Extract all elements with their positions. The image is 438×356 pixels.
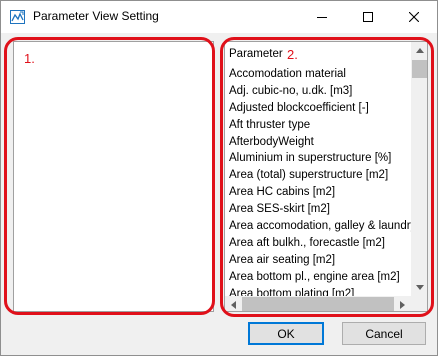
parameter-list-panel[interactable]: Parameter Accomodation material Adj. cubi… xyxy=(224,41,428,312)
list-item[interactable]: Aft thruster type xyxy=(225,117,411,134)
app-icon xyxy=(10,10,25,24)
close-icon xyxy=(409,12,419,22)
list-item[interactable]: Adjusted blockcoefficient [-] xyxy=(225,100,411,117)
list-item[interactable]: Area (total) superstructure [m2] xyxy=(225,167,411,184)
list-item[interactable]: Area aft bulkh., forecastle [m2] xyxy=(225,235,411,252)
minimize-button[interactable] xyxy=(299,1,345,33)
scroll-down-button[interactable] xyxy=(411,279,427,296)
list-item[interactable]: Aluminium in superstructure [%] xyxy=(225,150,411,167)
maximize-button[interactable] xyxy=(345,1,391,33)
ok-button[interactable]: OK xyxy=(248,322,324,345)
title-bar[interactable]: Parameter View Setting xyxy=(1,1,437,33)
minimize-icon xyxy=(317,17,327,18)
chevron-down-icon xyxy=(415,285,424,290)
annotation-label-2: 2. xyxy=(287,47,298,62)
scroll-right-button[interactable] xyxy=(394,296,411,311)
chevron-up-icon xyxy=(415,48,424,53)
vertical-scroll-thumb[interactable] xyxy=(412,60,427,78)
list-item[interactable]: Area SES-skirt [m2] xyxy=(225,201,411,218)
scrollbar-corner xyxy=(411,296,427,311)
maximize-icon xyxy=(363,12,373,22)
horizontal-scrollbar[interactable] xyxy=(225,296,411,311)
horizontal-scroll-thumb[interactable] xyxy=(242,297,394,311)
left-list-panel[interactable] xyxy=(13,41,214,312)
scroll-left-button[interactable] xyxy=(225,296,242,311)
chevron-right-icon xyxy=(400,300,405,309)
list-item[interactable]: Area accomodation, galley & laundry [m2] xyxy=(225,218,411,235)
scroll-up-button[interactable] xyxy=(411,42,427,59)
list-item[interactable]: Accomodation material xyxy=(225,66,411,83)
window-title: Parameter View Setting xyxy=(33,9,159,23)
dialog-window: Parameter View Setting Parameter Accomod… xyxy=(0,0,438,356)
list-item[interactable]: Area air seating [m2] xyxy=(225,252,411,269)
annotation-label-1: 1. xyxy=(24,51,35,66)
list-item[interactable]: AfterbodyWeight xyxy=(225,134,411,151)
vertical-scrollbar[interactable] xyxy=(411,42,427,296)
parameter-list[interactable]: Accomodation material Adj. cubic-no, u.dk… xyxy=(225,66,411,298)
chevron-left-icon xyxy=(231,300,236,309)
list-item[interactable]: Area bottom pl., engine area [m2] xyxy=(225,269,411,286)
close-button[interactable] xyxy=(391,1,437,33)
list-item[interactable]: Adj. cubic-no, u.dk. [m3] xyxy=(225,83,411,100)
parameter-column-header[interactable]: Parameter xyxy=(229,48,283,60)
list-item[interactable]: Area HC cabins [m2] xyxy=(225,184,411,201)
cancel-button[interactable]: Cancel xyxy=(342,322,426,345)
